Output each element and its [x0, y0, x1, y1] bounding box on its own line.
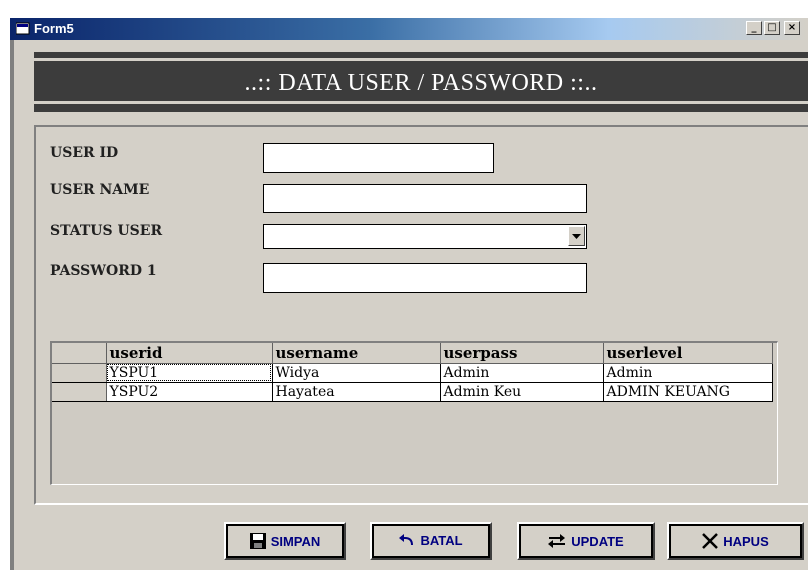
table-row[interactable]: YSPU2 Hayatea Admin Keu ADMIN KEUANG — [52, 382, 773, 402]
row-selector-header — [52, 343, 107, 364]
cancel-button[interactable]: BATAL — [370, 522, 492, 560]
user-data-grid[interactable]: userid username userpass userlevel YSPU1… — [50, 341, 778, 485]
update-button[interactable]: UPDATE — [517, 522, 655, 560]
cell-userpass[interactable]: Admin — [440, 363, 604, 383]
cell-userpass[interactable]: Admin Keu — [440, 382, 604, 402]
delete-button[interactable]: HAPUS — [667, 522, 804, 560]
floppy-disk-icon — [249, 533, 266, 549]
user-name-input[interactable] — [263, 184, 587, 213]
column-header-userid[interactable]: userid — [106, 343, 273, 364]
cell-userid[interactable]: YSPU1 — [106, 363, 273, 383]
cell-userlevel[interactable]: ADMIN KEUANG — [603, 382, 773, 402]
window-title: Form5 — [34, 21, 74, 36]
cell-userid[interactable]: YSPU2 — [106, 382, 273, 402]
banner-line-top — [34, 58, 808, 61]
cell-username[interactable]: Widya — [272, 363, 441, 383]
table-header-row: userid username userpass userlevel — [52, 343, 773, 364]
row-selector[interactable] — [52, 382, 107, 402]
chevron-down-icon — [572, 234, 581, 239]
close-button[interactable]: × — [784, 21, 800, 35]
delete-button-label: HAPUS — [723, 534, 769, 549]
swap-arrows-icon — [548, 534, 566, 548]
status-user-label: STATUS USER — [50, 223, 163, 239]
save-button-label: SIMPAN — [270, 534, 321, 549]
window-left-border — [10, 40, 14, 570]
close-x-icon — [702, 533, 719, 549]
maximize-button[interactable]: □ — [764, 21, 780, 35]
minimize-button[interactable]: _ — [746, 21, 762, 35]
header-banner: ..:: DATA USER / PASSWORD ::.. — [34, 52, 808, 112]
page-title: ..:: DATA USER / PASSWORD ::.. — [244, 70, 598, 96]
status-user-select[interactable] — [263, 224, 587, 249]
cell-userlevel[interactable]: Admin — [603, 363, 773, 383]
cancel-button-label: BATAL — [420, 533, 463, 548]
column-header-userpass[interactable]: userpass — [440, 343, 604, 364]
update-button-label: UPDATE — [571, 534, 624, 549]
cell-username[interactable]: Hayatea — [272, 382, 441, 402]
undo-arrow-icon — [399, 534, 414, 546]
dropdown-arrow-button[interactable] — [568, 226, 585, 246]
column-header-username[interactable]: username — [272, 343, 441, 364]
user-id-label: USER ID — [50, 145, 119, 161]
banner-line-bottom — [34, 101, 808, 104]
column-header-userlevel[interactable]: userlevel — [603, 343, 773, 364]
title-bar[interactable]: Form5 _ □ × — [10, 18, 808, 40]
save-button[interactable]: SIMPAN — [224, 522, 346, 560]
app-icon — [15, 22, 30, 35]
table-row[interactable]: YSPU1 Widya Admin Admin — [52, 363, 773, 383]
row-selector[interactable] — [52, 363, 107, 383]
user-id-input[interactable] — [263, 143, 494, 173]
password-input[interactable] — [263, 263, 587, 293]
user-name-label: USER NAME — [50, 182, 150, 198]
password-label: PASSWORD 1 — [50, 263, 157, 279]
user-table: userid username userpass userlevel YSPU1… — [52, 343, 773, 402]
